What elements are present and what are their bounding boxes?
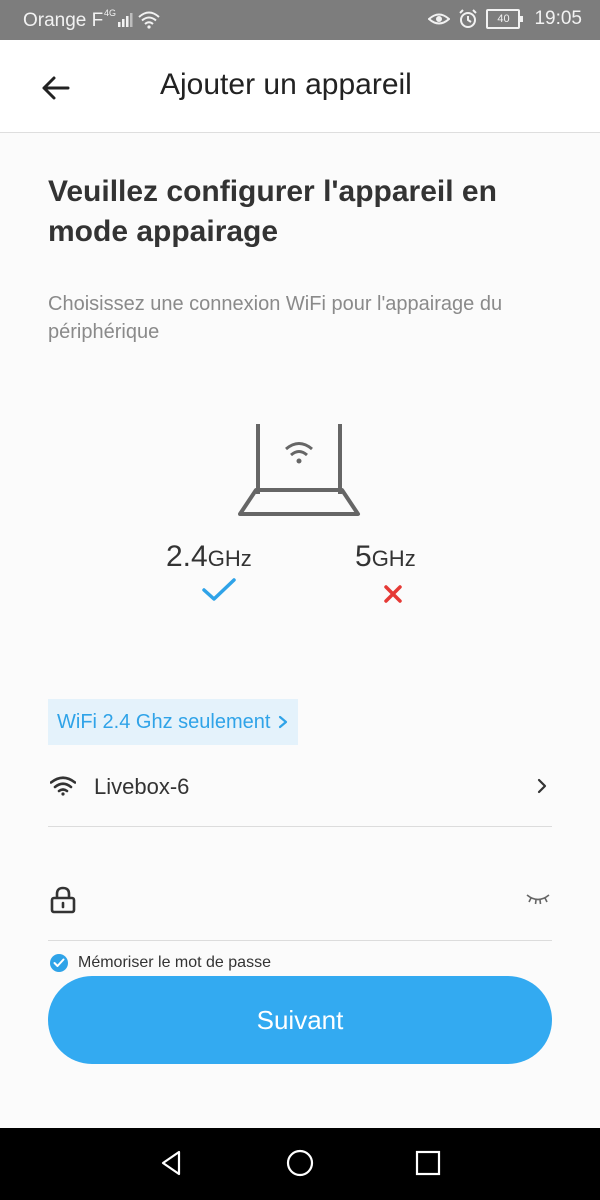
network-type-label: 4G [104,8,116,18]
status-right-icons: 40 19:05 [428,8,582,30]
wifi-icon [50,776,76,796]
eye-closed-icon[interactable] [526,892,550,906]
nav-recents-icon[interactable] [413,1148,443,1178]
clock: 19:05 [534,8,582,29]
next-button[interactable]: Suivant [48,976,552,1064]
chevron-right-icon [279,715,288,729]
back-button[interactable] [38,70,74,106]
wifi-network-selector[interactable]: Livebox-6 [48,758,552,827]
band-5ghz-label: 5GHz [355,540,416,574]
lock-icon [50,886,76,914]
unsupported-cross-icon [383,584,403,604]
back-arrow-icon [42,76,70,100]
router-illustration [236,420,362,522]
chevron-right-icon [537,778,547,794]
band-24ghz-value: 2.4 [166,540,208,573]
system-navigation-bar [0,1128,600,1200]
app-header: Ajouter un appareil [0,40,600,133]
wifi-ssid: Livebox-6 [94,774,190,799]
password-input[interactable] [94,880,508,922]
remember-password-checkbox[interactable] [50,954,68,972]
remember-password-label: Mémoriser le mot de passe [78,954,271,971]
band-24ghz-unit: GHz [207,546,252,571]
band-24ghz-label: 2.4GHz [166,540,252,574]
supported-check-icon [202,578,236,602]
wifi-24ghz-only-label: WiFi 2.4 Ghz seulement [57,711,271,733]
remember-password-row[interactable]: Mémoriser le mot de passe [50,954,271,972]
main-heading: Veuillez configurer l'appareil en mode a… [48,175,497,248]
nav-back-icon[interactable] [157,1148,187,1178]
cellular-signal-icon: 4G [104,8,160,29]
router-icon [238,424,360,516]
wifi-24ghz-only-link[interactable]: WiFi 2.4 Ghz seulement [48,699,299,745]
password-field-row [48,866,552,941]
battery-icon: 40 [486,9,524,29]
signal-icons: 4G [104,8,160,36]
status-bar: Orange F 4G 40 19:05 [0,0,600,40]
check-icon [53,958,65,967]
carrier-name: Orange F [23,10,104,31]
page-title: Ajouter un appareil [160,68,412,101]
nav-home-icon[interactable] [285,1148,315,1178]
instruction-text: Choisissez une connexion WiFi pour l'app… [48,293,503,343]
alarm-icon [459,9,478,28]
band-5ghz-unit: GHz [371,546,416,571]
band-5ghz-value: 5 [355,540,372,573]
eye-comfort-icon [428,13,451,25]
